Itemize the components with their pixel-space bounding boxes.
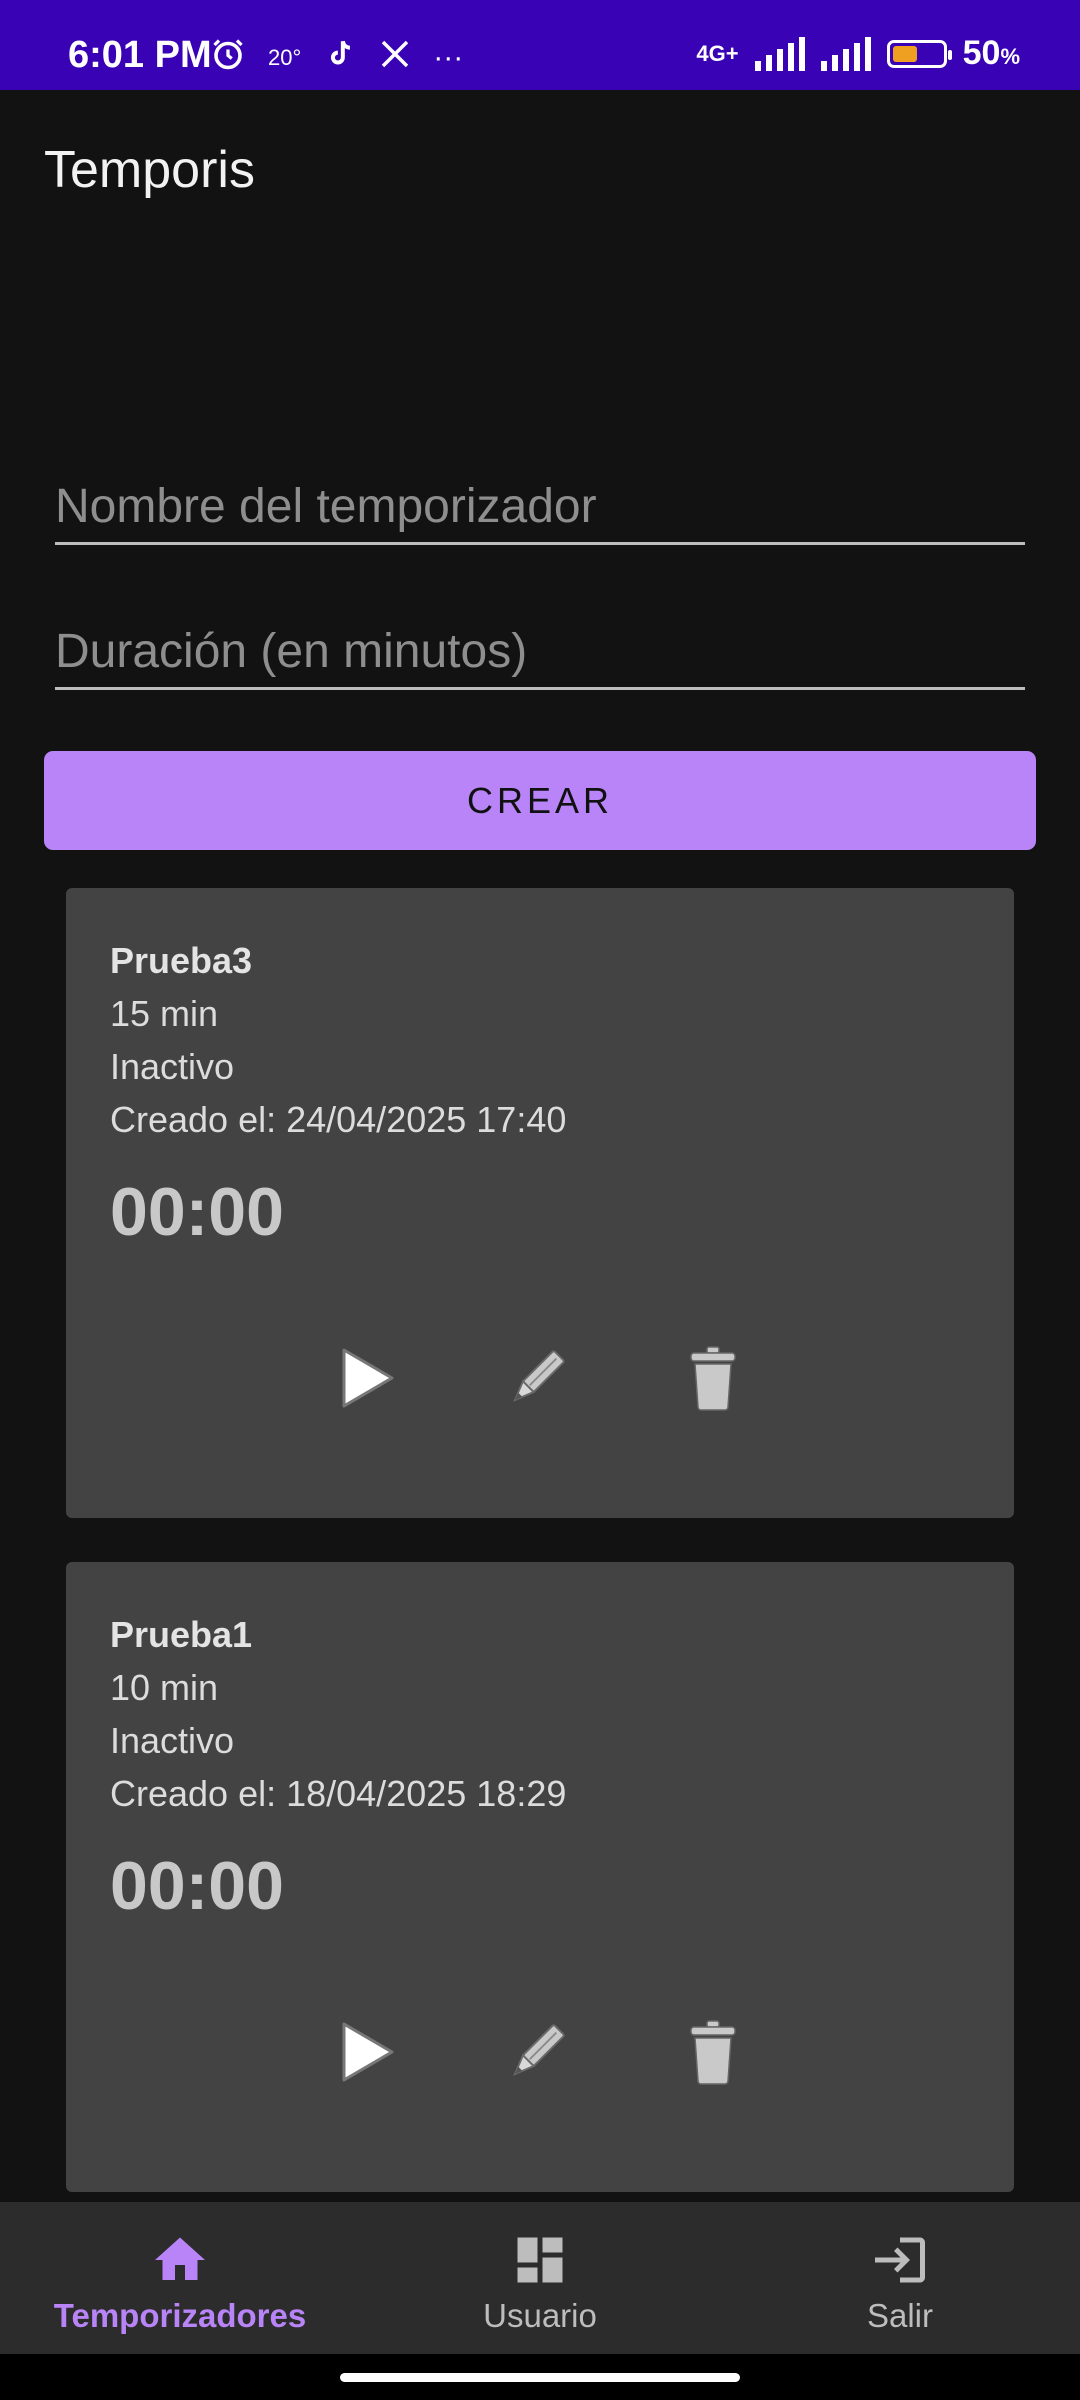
timer-created-date: Creado el: 24/04/2025 17:40 <box>110 1099 567 1140</box>
logout-icon <box>875 2237 925 2283</box>
timer-name: Prueba1 <box>110 1614 253 1655</box>
network-type: 4G+ <box>696 40 739 66</box>
timer-name: Prueba3 <box>110 940 253 981</box>
status-bar: 6:01 PM 20° ··· 4G+ 50% <box>0 0 1080 90</box>
timer-clock: 00:00 <box>110 1848 284 1924</box>
play-icon <box>342 2022 394 2082</box>
alarm-icon <box>210 36 246 80</box>
timer-status: Inactivo <box>110 1046 235 1087</box>
trash-icon <box>690 1346 736 1411</box>
play-icon <box>342 1348 394 1408</box>
timer-status: Inactivo <box>110 1720 235 1761</box>
timer-clock: 00:00 <box>110 1174 284 1250</box>
timer-card: Prueba1 10 min Inactivo Creado el: 18/04… <box>66 1562 1014 2192</box>
nav-item-temporizadores[interactable]: Temporizadores <box>0 2202 360 2354</box>
battery-icon <box>886 39 952 68</box>
signal-icon <box>754 36 805 71</box>
edit-button[interactable] <box>502 2017 572 2087</box>
pencil-icon <box>513 1350 565 1402</box>
status-time: 6:01 PM <box>68 34 212 76</box>
trash-icon <box>690 2020 736 2085</box>
timer-card: Prueba3 15 min Inactivo Creado el: 24/04… <box>66 888 1014 1518</box>
nav-label: Usuario <box>483 2297 597 2334</box>
play-button[interactable] <box>332 2017 402 2087</box>
timer-created-date: Creado el: 18/04/2025 18:29 <box>110 1773 567 1814</box>
temperature-indicator: 20° <box>268 45 302 70</box>
delete-button[interactable] <box>678 1343 748 1413</box>
home-indicator[interactable] <box>340 2373 740 2382</box>
status-system-icons: 4G+ 50% <box>696 34 1020 73</box>
edit-button[interactable] <box>502 1343 572 1413</box>
nav-item-salir[interactable]: Salir <box>720 2202 1080 2354</box>
home-icon <box>155 2237 205 2280</box>
bottom-navigation: Temporizadores Usuario Salir <box>0 2202 1080 2354</box>
play-button[interactable] <box>332 1343 402 1413</box>
app-title: Temporis <box>44 141 255 199</box>
timer-duration: 10 min <box>110 1667 219 1708</box>
timer-duration-input[interactable] <box>55 615 1025 690</box>
nav-label: Temporizadores <box>53 2297 307 2334</box>
timer-duration: 15 min <box>110 993 219 1034</box>
battery-percent: 50% <box>962 34 1020 72</box>
battery-fill <box>892 45 917 62</box>
x-icon <box>379 38 411 78</box>
signal-icon-2 <box>820 36 871 71</box>
nav-label: Salir <box>866 2297 934 2334</box>
nav-item-usuario[interactable]: Usuario <box>360 2202 720 2354</box>
delete-button[interactable] <box>678 2017 748 2087</box>
timer-name-input[interactable] <box>55 470 1025 545</box>
dashboard-icon <box>517 2237 563 2283</box>
create-timer-button[interactable]: CREAR <box>44 751 1036 850</box>
status-notification-icons: 20° ··· <box>210 36 463 80</box>
more-notifications-icon: ··· <box>433 41 464 74</box>
pencil-icon <box>513 2024 565 2076</box>
tiktok-icon <box>323 36 357 80</box>
